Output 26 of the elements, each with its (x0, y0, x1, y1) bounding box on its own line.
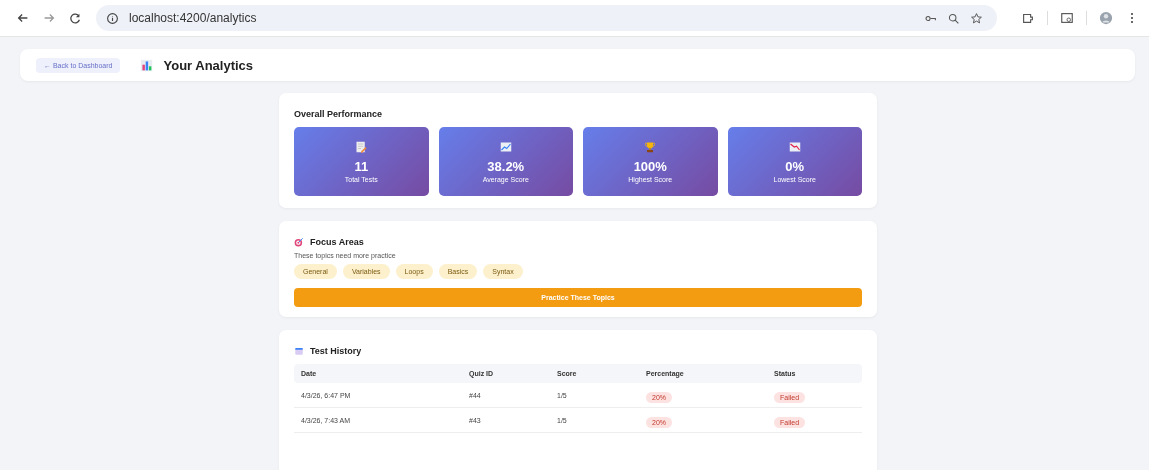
stat-value: 0% (785, 158, 805, 174)
falling-chart-icon (788, 140, 801, 153)
star-icon[interactable] (970, 11, 983, 25)
page-title: Your Analytics (163, 57, 254, 73)
bar-chart-icon (140, 58, 154, 72)
section-title: Focus Areas (310, 237, 364, 247)
stat-value: 38.2% (487, 158, 525, 174)
info-icon (106, 11, 119, 25)
stat-value: 11 (354, 158, 369, 174)
reload-icon[interactable] (68, 11, 82, 25)
memo-icon (355, 140, 368, 153)
trophy-icon (644, 140, 657, 153)
url-text: localhost:4200/analytics (129, 11, 257, 25)
back-icon[interactable] (16, 11, 30, 25)
target-icon (294, 237, 304, 247)
zoom-icon[interactable] (947, 11, 960, 25)
section-title: Test History (310, 346, 362, 356)
tab-search-icon[interactable] (1060, 11, 1074, 25)
calendar-icon (294, 346, 304, 356)
section-title: Overall Performance (294, 109, 384, 119)
avatar-icon[interactable] (1099, 11, 1113, 25)
forward-icon[interactable] (42, 11, 56, 25)
stat-value: 100% (633, 158, 667, 174)
extensions-icon[interactable] (1021, 11, 1035, 25)
address-bar[interactable]: localhost:4200/analytics (96, 5, 997, 31)
rising-chart-icon (499, 140, 512, 153)
